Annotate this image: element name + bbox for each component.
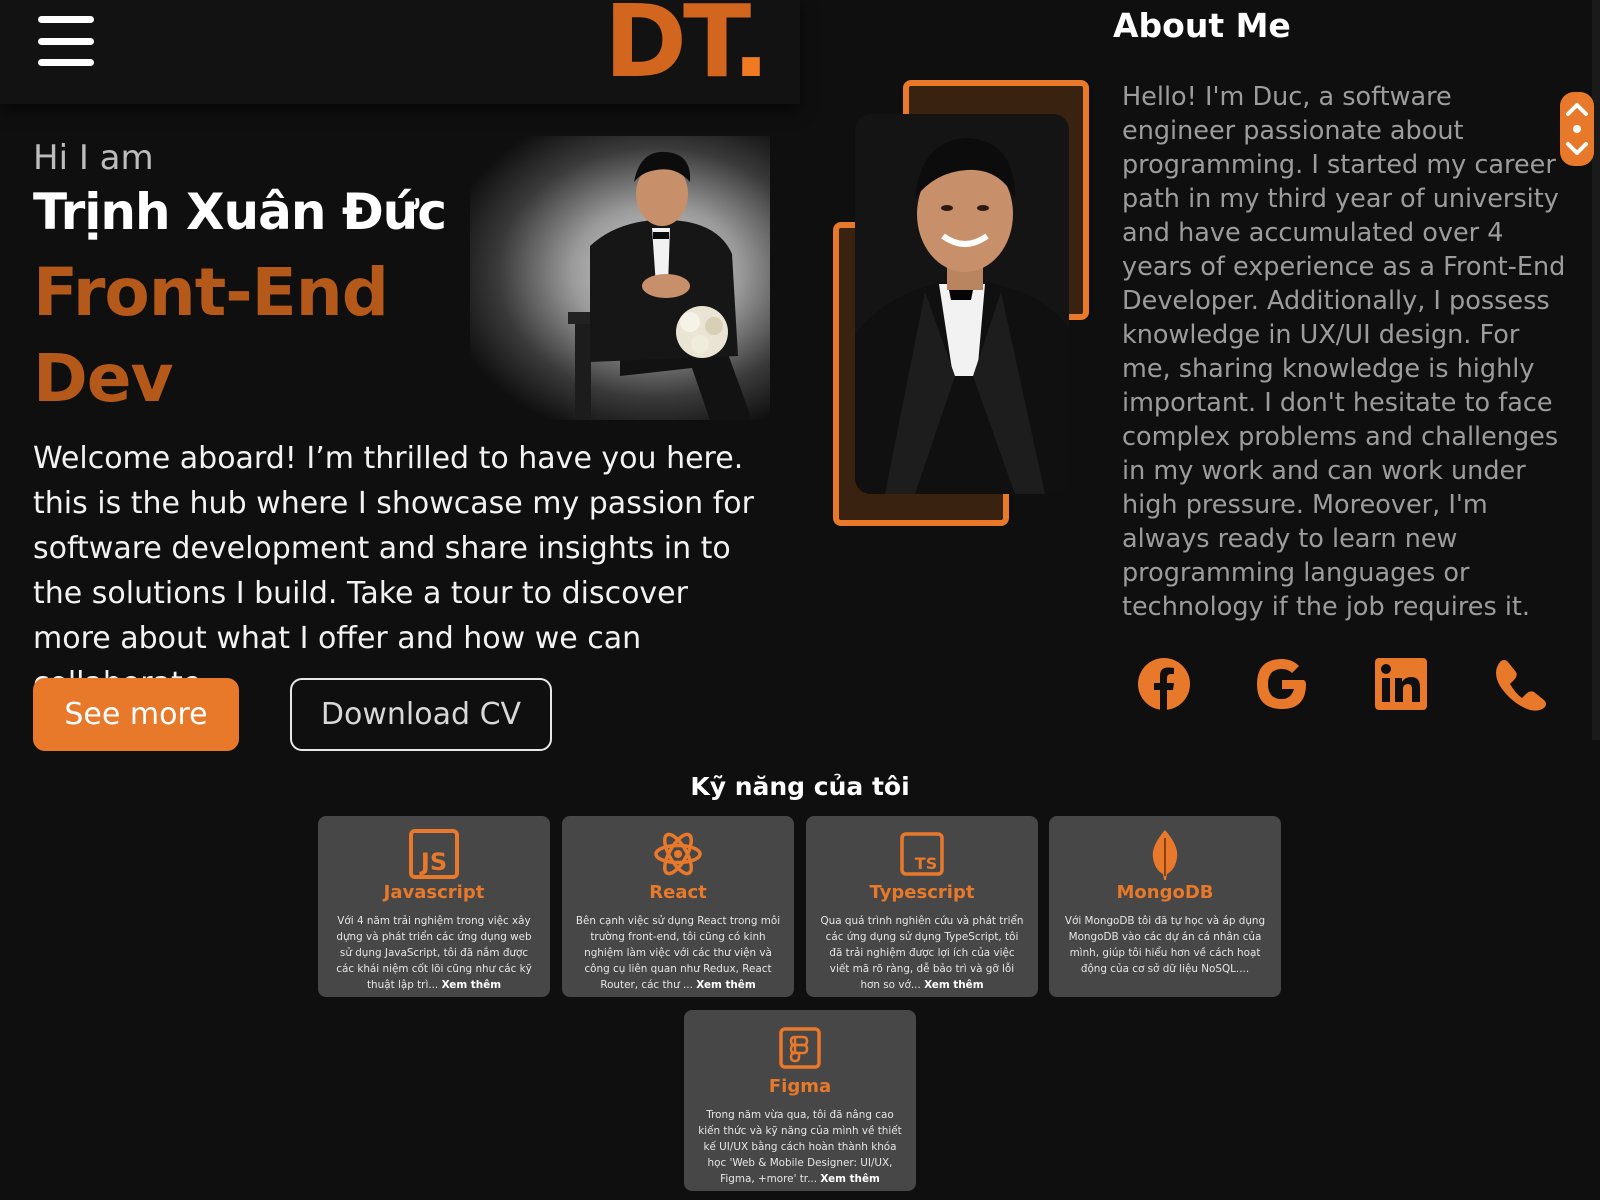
skill-description: Bên cạnh việc sử dụng React trong môi tr… [575, 915, 781, 991]
hero-greeting: Hi I am [33, 138, 154, 178]
see-more-button[interactable]: See more [33, 678, 239, 751]
skill-card-javascript[interactable]: JS Javascript Với 4 năm trải nghiệm tron… [318, 816, 550, 997]
facebook-icon[interactable] [1136, 656, 1192, 712]
figma-icon [779, 1027, 821, 1069]
skill-title: React [649, 882, 707, 903]
google-icon[interactable] [1254, 656, 1310, 712]
hero-name: Trịnh Xuân Đức [33, 183, 447, 241]
menu-line [38, 16, 94, 23]
about-description: Hello! I'm Duc, a software engineer pass… [1122, 82, 1566, 622]
mongodb-icon [1152, 830, 1178, 880]
skill-card-typescript[interactable]: TS Typescript Qua quá trình nghiên cứu v… [806, 816, 1038, 997]
linkedin-icon[interactable] [1373, 656, 1429, 712]
skill-card-figma[interactable]: Figma Trong năm vừa qua, tôi đã nâng cao… [684, 1010, 916, 1191]
scroll-navigation-button[interactable] [1560, 92, 1594, 166]
phone-icon[interactable] [1492, 656, 1548, 712]
see-more-link[interactable]: Xem thêm [820, 1173, 879, 1185]
skill-description: Qua quá trình nghiên cứu và phát triển c… [820, 915, 1024, 991]
skill-title: Typescript [869, 882, 975, 903]
react-icon [654, 832, 702, 876]
download-cv-button[interactable]: Download CV [290, 678, 552, 751]
skill-title: Figma [768, 1076, 832, 1097]
site-logo[interactable]: DT. [604, 0, 770, 100]
menu-line [38, 37, 94, 45]
svg-text:JS: JS [419, 848, 447, 876]
skill-title: MongoDB [1116, 882, 1214, 903]
hamburger-menu-icon[interactable] [38, 14, 94, 68]
skill-title: Javascript [383, 882, 485, 903]
portfolio-page: DT. Hi I am Trịnh Xuân Đức Front-End Dev [0, 0, 1600, 1200]
typescript-icon: TS [900, 832, 944, 876]
see-more-link[interactable]: Xem thêm [442, 979, 501, 991]
menu-line [38, 59, 94, 66]
see-more-link[interactable]: Xem thêm [696, 979, 755, 991]
skill-description: Với 4 năm trải nghiệm trong việc xây dựn… [336, 915, 532, 991]
skill-card-react[interactable]: React Bên cạnh việc sử dụng React trong … [562, 816, 794, 997]
skills-title: Kỹ năng của tôi [690, 772, 910, 801]
see-more-link[interactable]: Xem thêm [924, 979, 983, 991]
top-bar: DT. [0, 0, 800, 104]
svg-text:TS: TS [915, 854, 937, 873]
about-portrait-image [855, 114, 1069, 494]
about-title: About Me [1113, 6, 1291, 45]
skill-card-mongodb[interactable]: MongoDB Với MongoDB tôi đã tự học và áp … [1049, 816, 1281, 997]
skill-description: Với MongoDB tôi đã tự học và áp dụng Mon… [1064, 915, 1266, 975]
hero-description: Welcome aboard! I’m thrilled to have you… [33, 441, 754, 701]
skill-description: Trong năm vừa qua, tôi đã nâng cao kiến … [698, 1109, 902, 1185]
logo-dot: . [732, 0, 770, 100]
javascript-icon: JS [409, 829, 459, 879]
hero-role: Front-End Dev [33, 254, 389, 417]
logo-text: DT [604, 0, 736, 100]
hero-portrait-image [470, 136, 770, 420]
